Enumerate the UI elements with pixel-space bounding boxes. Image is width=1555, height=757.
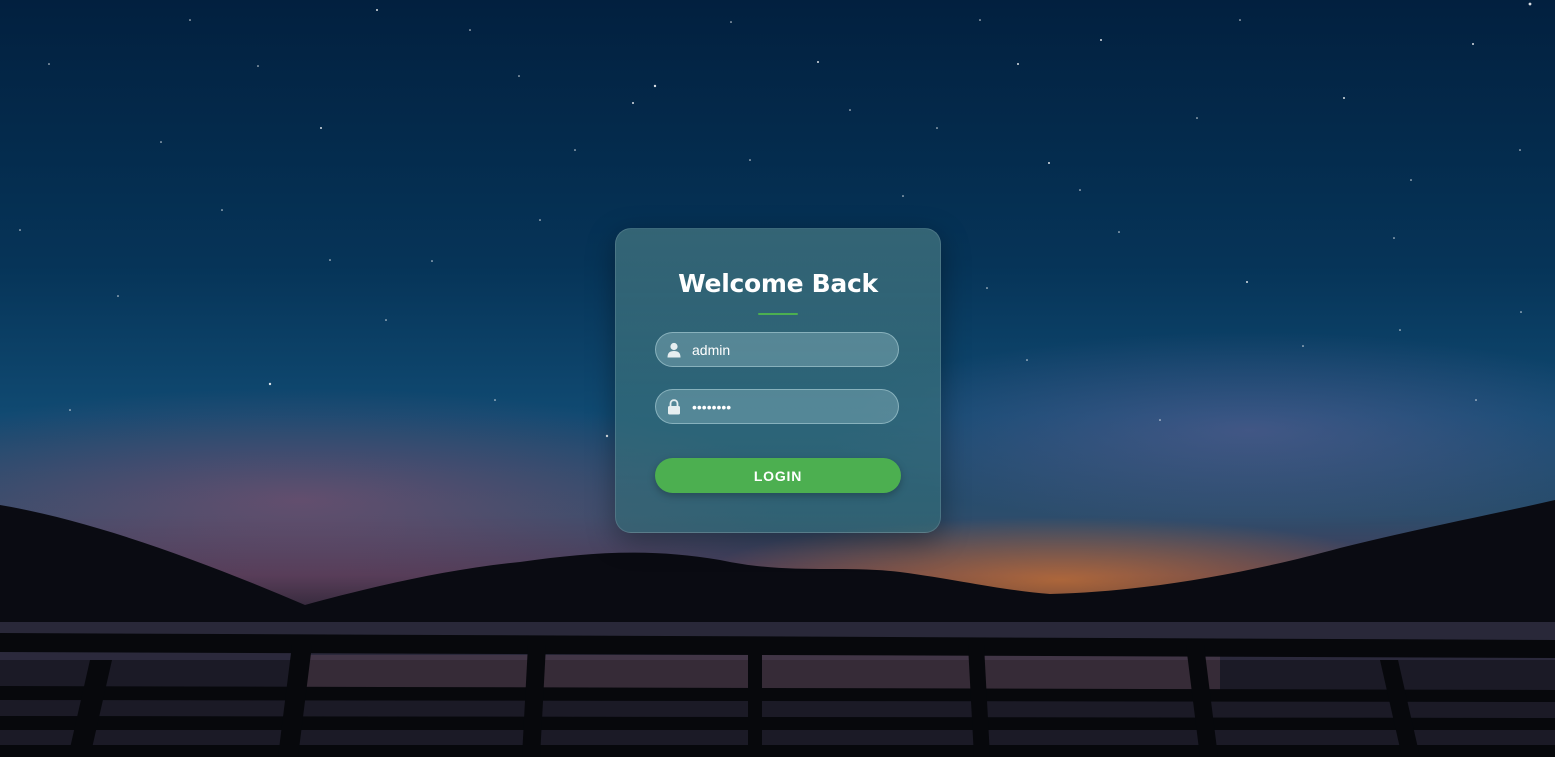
login-card: Welcome Back LOGIN [615,228,941,533]
password-input[interactable] [692,390,887,423]
password-field[interactable] [655,389,899,424]
username-input[interactable] [692,333,887,366]
user-icon [667,342,681,358]
login-title: Welcome Back [678,269,878,298]
lock-icon [668,399,680,415]
background-night-sky: Welcome Back LOGIN [0,0,1555,757]
title-underline [758,313,798,315]
username-field[interactable] [655,332,899,367]
login-button[interactable]: LOGIN [655,458,901,493]
